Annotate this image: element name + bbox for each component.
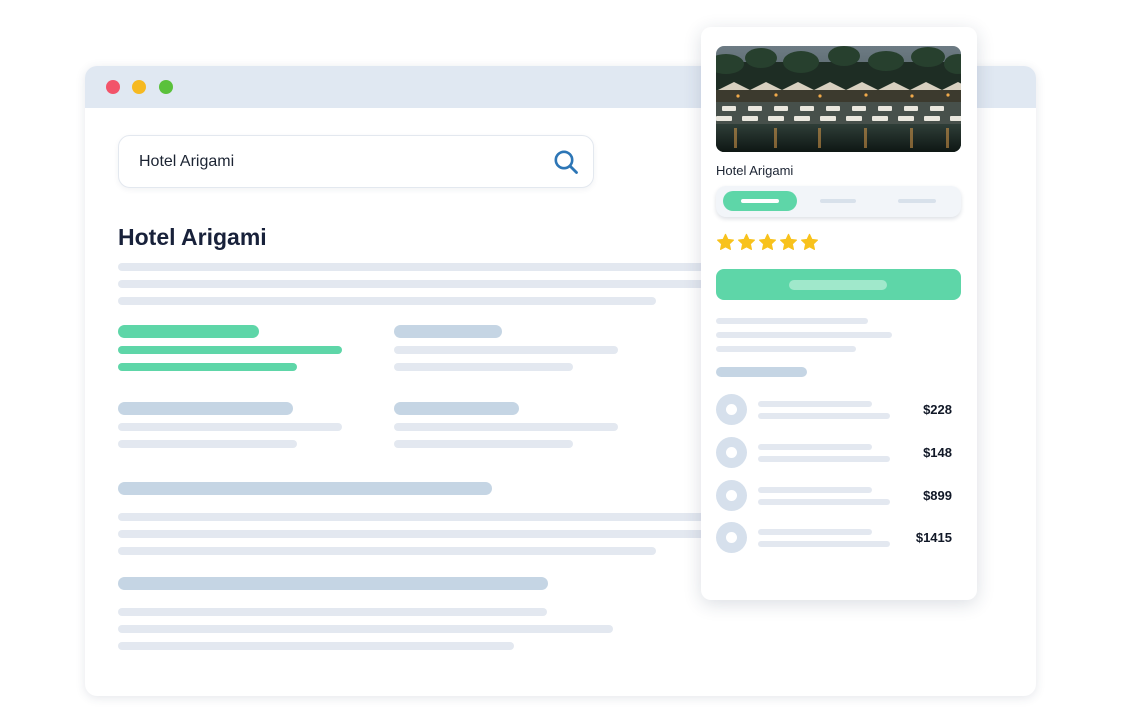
text-placeholder-line	[758, 401, 872, 407]
price-label: $148	[923, 445, 952, 460]
search-input[interactable]: Hotel Arigami	[118, 135, 594, 188]
maximize-window-button[interactable]	[159, 80, 173, 94]
text-placeholder-line	[118, 608, 547, 616]
page-title: Hotel Arigami	[118, 224, 267, 250]
radio-button[interactable]	[716, 394, 747, 425]
price-option[interactable]: $228	[716, 394, 961, 426]
text-placeholder-line	[118, 280, 718, 288]
text-placeholder-line	[758, 487, 872, 493]
text-placeholder-line	[118, 530, 718, 538]
text-placeholder-line	[394, 423, 618, 431]
text-placeholder-line	[758, 541, 890, 547]
radio-button[interactable]	[716, 437, 747, 468]
radio-button[interactable]	[716, 522, 747, 553]
text-placeholder-line	[118, 297, 656, 305]
text-placeholder-line	[118, 440, 297, 448]
text-placeholder-line	[118, 642, 514, 650]
text-placeholder-line	[394, 346, 618, 354]
text-placeholder-line-active	[118, 346, 342, 354]
section-heading-placeholder	[118, 577, 548, 590]
text-placeholder-line	[758, 529, 872, 535]
section-heading-placeholder-active	[118, 325, 259, 338]
text-placeholder-line	[394, 363, 573, 371]
section-heading-placeholder	[118, 482, 492, 495]
search-query-text: Hotel Arigami	[139, 153, 235, 170]
text-placeholder-line	[118, 547, 656, 555]
tab-inactive[interactable]	[888, 191, 944, 211]
hotel-card: Hotel Arigami $228 $148 $899 $1415	[701, 27, 977, 600]
close-window-button[interactable]	[106, 80, 120, 94]
text-placeholder-line	[758, 444, 872, 450]
tab-active[interactable]	[723, 191, 797, 211]
book-button[interactable]	[716, 269, 961, 300]
star-icon	[758, 233, 777, 250]
section-heading-placeholder	[394, 402, 519, 415]
price-label: $1415	[915, 530, 952, 545]
text-placeholder-line	[758, 413, 890, 419]
price-option[interactable]: $148	[716, 437, 961, 469]
text-placeholder-line	[758, 499, 890, 505]
tab-inactive[interactable]	[810, 191, 866, 211]
text-placeholder-line	[716, 318, 868, 324]
search-icon[interactable]	[553, 149, 579, 175]
tab-bar	[716, 186, 961, 217]
section-heading-placeholder	[716, 367, 807, 377]
minimize-window-button[interactable]	[132, 80, 146, 94]
text-placeholder-line	[118, 263, 718, 271]
section-heading-placeholder	[394, 325, 502, 338]
text-placeholder-line	[716, 332, 892, 338]
text-placeholder-line	[758, 456, 890, 462]
star-icon	[779, 233, 798, 250]
star-icon	[800, 233, 819, 250]
text-placeholder-line	[118, 513, 718, 521]
star-icon	[716, 233, 735, 250]
book-button-label-placeholder	[789, 280, 887, 290]
section-heading-placeholder	[118, 402, 293, 415]
price-option[interactable]: $1415	[716, 522, 961, 554]
text-placeholder-line	[716, 346, 856, 352]
text-placeholder-line	[394, 440, 573, 448]
hotel-name: Hotel Arigami	[716, 163, 794, 178]
hotel-photo	[716, 46, 961, 152]
price-option[interactable]: $899	[716, 480, 961, 512]
price-label: $899	[923, 488, 952, 503]
text-placeholder-line-active	[118, 363, 297, 371]
price-label: $228	[923, 402, 952, 417]
text-placeholder-line	[118, 423, 342, 431]
radio-button[interactable]	[716, 480, 747, 511]
star-icon	[737, 233, 756, 250]
text-placeholder-line	[118, 625, 613, 633]
